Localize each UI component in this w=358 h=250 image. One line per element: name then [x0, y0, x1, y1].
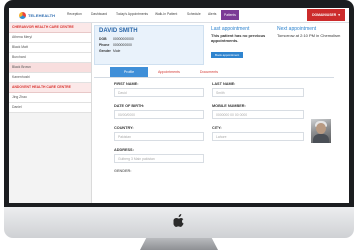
next-appointment-panel: Next appointment Tomorrow at 2:10 PM in …: [277, 25, 347, 63]
book-appointment-button[interactable]: Book appointment: [211, 52, 244, 58]
sidebar-patient-item-selected[interactable]: Black Brown: [9, 63, 91, 73]
nav-item-reception[interactable]: Reception: [67, 12, 82, 16]
brand-logo[interactable]: TELEHEALTH: [19, 11, 55, 19]
sidebar-patient-item[interactable]: Athena Meryl: [9, 33, 91, 43]
mobile-input[interactable]: 0000000 00 00 0000: [212, 110, 304, 119]
sidebar-section-title: ANDOVENT HEALTH CARE CENTRE: [9, 83, 91, 93]
nav-item-walk-in-patient[interactable]: Walk-In Patient: [155, 12, 177, 16]
dob-label: DATE OF BIRTH:: [114, 104, 145, 108]
field-label: Phone: [99, 43, 110, 47]
patient-dob: DOB 00000000000: [99, 37, 134, 41]
nav-item-dashboard[interactable]: Dashboard: [91, 12, 107, 16]
patient-tabs: Profile Appointments Documents: [94, 67, 334, 78]
sidebar-patient-item[interactable]: Daniel: [9, 103, 91, 113]
last-appointment-title: Last appointment: [211, 26, 250, 32]
tab-profile[interactable]: Profile: [110, 67, 148, 77]
next-appointment-title: Next appointment: [277, 26, 317, 32]
nav-item-patients[interactable]: Patients: [221, 10, 239, 20]
field-value: 0000000000: [113, 43, 132, 47]
nav-item-schedule[interactable]: Schedule: [187, 12, 201, 16]
country-input[interactable]: Pakistan: [114, 132, 204, 141]
city-input[interactable]: Lahore: [212, 132, 304, 141]
sidebar-patient-item[interactable]: Kanenhoshi: [9, 73, 91, 83]
monitor-stand: [140, 238, 218, 250]
field-label: Gender: [99, 49, 111, 53]
monitor-chin: [4, 207, 354, 238]
tab-documents[interactable]: Documents: [190, 67, 228, 77]
dob-input[interactable]: 00/00/0000: [114, 110, 204, 119]
patient-sidebar: CHERANVOR HEALTH CARE CENTRE Athena Mery…: [9, 23, 92, 203]
first-name-input[interactable]: David: [114, 88, 204, 97]
last-name-label: LAST NAME:: [212, 82, 236, 86]
patient-summary-card: DAVID SMITH DOB 00000000000 Phone 00000000…: [94, 25, 204, 65]
patient-name: DAVID SMITH: [99, 28, 138, 34]
brand-name: TELEHEALTH: [28, 12, 56, 18]
last-appointment-text: This patient has no previous appointment…: [211, 33, 266, 43]
app-screen: TELEHEALTH Reception Dashboard Today's A…: [9, 8, 349, 203]
patient-phone: Phone 0000000000: [99, 43, 132, 47]
address-label: ADDRESS:: [114, 148, 134, 152]
sidebar-patient-item[interactable]: Jing Zhao: [9, 93, 91, 103]
brand-mark-icon: [19, 11, 26, 19]
sidebar-patient-item[interactable]: Burchard: [9, 53, 91, 63]
top-navigation: TELEHEALTH Reception Dashboard Today's A…: [9, 8, 349, 23]
gender-label: GENDER:: [114, 169, 132, 173]
patient-photo: [311, 119, 331, 143]
field-value: 00000000000: [113, 37, 134, 41]
address-input[interactable]: Gulberg 3 Main pakistan: [114, 154, 204, 163]
country-label: COUNTRY:: [114, 126, 134, 130]
nav-item-alerts[interactable]: Alerts: [208, 12, 216, 16]
field-value: Male: [113, 49, 121, 53]
nav-item-todays-appointments[interactable]: Today's Appointments: [116, 12, 148, 16]
sidebar-patient-item[interactable]: Black Matt: [9, 43, 91, 53]
chevron-down-icon: ▾: [338, 13, 340, 17]
next-appointment-text: Tomorrow at 2:10 PM in Chemolism: [277, 33, 341, 38]
tab-appointments[interactable]: Appointments: [150, 67, 188, 77]
user-menu-label: DOMAIN\USER: [312, 13, 337, 17]
first-name-label: FIRST NAME:: [114, 82, 139, 86]
field-label: DOB: [99, 37, 107, 41]
last-name-input[interactable]: Smith: [212, 88, 304, 97]
apple-logo-icon: [173, 214, 184, 227]
mobile-label: MOBILE NUMBER:: [212, 104, 246, 108]
sidebar-section-title: CHERANVOR HEALTH CARE CENTRE: [9, 23, 91, 33]
last-appointment-panel: Last appointment This patient has no pre…: [211, 25, 271, 63]
user-menu-button[interactable]: DOMAIN\USER ▾: [307, 9, 345, 21]
city-label: CITY:: [212, 126, 222, 130]
patient-gender: Gender Male: [99, 49, 120, 53]
patient-detail-panel: DAVID SMITH DOB 00000000000 Phone 00000000…: [92, 23, 349, 203]
